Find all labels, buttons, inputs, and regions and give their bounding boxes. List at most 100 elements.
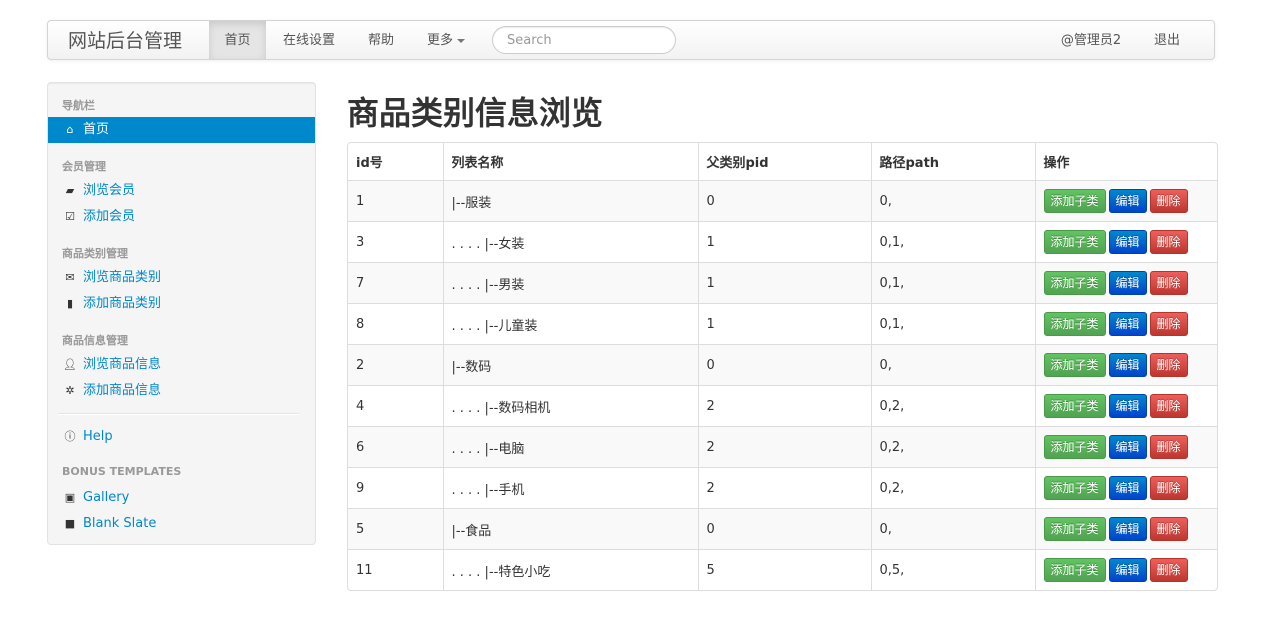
nav-item-help[interactable]: 帮助 — [352, 21, 410, 59]
cell-pid: 2 — [697, 426, 871, 468]
cell-path: 0, — [870, 344, 1035, 386]
sidebar-item-label: 添加会员 — [83, 209, 136, 224]
sidebar-item-help[interactable]: ⓘ Help — [48, 424, 315, 450]
delete-button[interactable]: 删除 — [1149, 230, 1188, 254]
table-row: 2 |--数码 0 0, 添加子类 编辑 删除 — [348, 344, 1217, 386]
add-child-button[interactable]: 添加子类 — [1043, 271, 1106, 295]
picture-icon: ▣ — [64, 491, 76, 504]
nav-user[interactable]: @管理员2 — [1046, 21, 1136, 59]
folder-open-icon: ▰ — [65, 184, 75, 197]
cell-name: . . . . |--男装 — [442, 262, 698, 304]
delete-button[interactable]: 删除 — [1149, 558, 1188, 582]
add-child-button[interactable]: 添加子类 — [1043, 517, 1106, 541]
edit-button[interactable]: 编辑 — [1108, 189, 1147, 213]
logout-link[interactable]: 退出 — [1136, 21, 1198, 59]
delete-button[interactable]: 删除 — [1149, 476, 1188, 500]
sidebar-header-members: 会员管理 — [62, 160, 106, 173]
sidebar-item-browse-categories[interactable]: ✉ 浏览商品类别 — [48, 265, 315, 291]
edit-button[interactable]: 编辑 — [1108, 230, 1147, 254]
cell-path: 0,2, — [870, 467, 1035, 509]
sidebar-header-nav: 导航栏 — [62, 99, 95, 112]
nav-item-home[interactable]: 首页 — [209, 21, 266, 59]
cell-actions: 添加子类 编辑 删除 — [1034, 467, 1217, 509]
brand-title[interactable]: 网站后台管理 — [68, 21, 182, 61]
delete-button[interactable]: 删除 — [1149, 353, 1188, 377]
cell-pid: 1 — [697, 303, 871, 345]
nav-item-more-dropdown[interactable]: 更多 — [410, 21, 482, 59]
stop-icon: ■ — [64, 517, 76, 530]
sidebar-item-label: 首页 — [83, 122, 110, 137]
cell-id: 5 — [348, 508, 443, 550]
add-child-button[interactable]: 添加子类 — [1043, 230, 1106, 254]
cell-pid: 2 — [697, 385, 871, 427]
edit-button[interactable]: 编辑 — [1108, 435, 1147, 459]
delete-button[interactable]: 删除 — [1149, 435, 1188, 459]
sidebar-item-label: 浏览商品信息 — [83, 357, 162, 372]
column-header-name: 列表名称 — [442, 143, 698, 181]
cell-path: 0,2, — [870, 385, 1035, 427]
add-child-button[interactable]: 添加子类 — [1043, 394, 1106, 418]
cell-name: . . . . |--电脑 — [442, 426, 698, 468]
edit-button[interactable]: 编辑 — [1108, 394, 1147, 418]
cell-id: 9 — [348, 467, 443, 509]
cell-id: 6 — [348, 426, 443, 468]
edit-button[interactable]: 编辑 — [1108, 353, 1147, 377]
delete-button[interactable]: 删除 — [1149, 394, 1188, 418]
column-header-id: id号 — [356, 156, 383, 171]
cell-pid: 2 — [697, 467, 871, 509]
cell-path: 0,2, — [870, 426, 1035, 468]
sidebar-header-categories: 商品类别管理 — [62, 247, 128, 260]
check-icon: ☑ — [65, 210, 75, 223]
cell-pid: 5 — [697, 549, 871, 590]
sidebar-item-add-member[interactable]: ☑ 添加会员 — [48, 204, 315, 230]
sidebar-header-products: 商品信息管理 — [62, 334, 128, 347]
table-row: 5 |--食品 0 0, 添加子类 编辑 删除 — [348, 508, 1217, 550]
table-row: 9. . . . |--手机 2 0,2, 添加子类 编辑 删除 — [348, 467, 1217, 509]
cell-path: 0,1, — [870, 262, 1035, 304]
cell-pid: 0 — [697, 344, 871, 386]
nav-item-more-label: 更多 — [426, 33, 453, 48]
cell-name: |--食品 — [442, 508, 698, 550]
table-row: 11. . . . |--特色小吃 5 0,5, 添加子类 编辑 删除 — [348, 549, 1217, 590]
sidebar-item-label: 浏览会员 — [83, 183, 136, 198]
edit-button[interactable]: 编辑 — [1108, 558, 1147, 582]
search-input[interactable] — [492, 26, 676, 54]
edit-button[interactable]: 编辑 — [1108, 476, 1147, 500]
sidebar-item-home[interactable]: ⌂ 首页 — [48, 117, 315, 143]
sidebar-item-add-product[interactable]: ✲ 添加商品信息 — [48, 378, 315, 404]
add-child-button[interactable]: 添加子类 — [1043, 353, 1106, 377]
delete-button[interactable]: 删除 — [1149, 271, 1188, 295]
sidebar-item-gallery[interactable]: ▣ Gallery — [48, 485, 315, 511]
sidebar-item-add-category[interactable]: ▮ 添加商品类别 — [48, 291, 315, 317]
cell-actions: 添加子类 编辑 删除 — [1034, 508, 1217, 550]
nav-item-online-settings[interactable]: 在线设置 — [266, 21, 352, 59]
edit-button[interactable]: 编辑 — [1108, 517, 1147, 541]
sidebar-item-browse-products[interactable]: 👤︎ 浏览商品信息 — [48, 352, 315, 378]
edit-button[interactable]: 编辑 — [1108, 271, 1147, 295]
cell-actions: 添加子类 编辑 删除 — [1034, 180, 1217, 222]
cell-id: 11 — [348, 549, 443, 590]
sidebar-item-blank-slate[interactable]: ■ Blank Slate — [48, 511, 315, 537]
sidebar-item-label: 添加商品类别 — [83, 296, 162, 311]
sidebar-item-browse-members[interactable]: ▰ 浏览会员 — [48, 178, 315, 204]
sidebar-item-label: Blank Slate — [83, 516, 157, 531]
home-icon: ⌂ — [66, 123, 74, 136]
cell-id: 1 — [348, 180, 443, 222]
add-child-button[interactable]: 添加子类 — [1043, 558, 1106, 582]
top-navbar: 网站后台管理 首页 在线设置 帮助 更多 @管理员2 退出 — [47, 20, 1215, 60]
cell-name: . . . . |--特色小吃 — [442, 549, 698, 590]
cell-id: 7 — [348, 262, 443, 304]
cell-pid: 1 — [697, 262, 871, 304]
add-child-button[interactable]: 添加子类 — [1043, 312, 1106, 336]
add-child-button[interactable]: 添加子类 — [1043, 189, 1106, 213]
add-child-button[interactable]: 添加子类 — [1043, 476, 1106, 500]
add-child-button[interactable]: 添加子类 — [1043, 435, 1106, 459]
cell-name: . . . . |--儿童装 — [442, 303, 698, 345]
sidebar-item-label: Gallery — [83, 490, 130, 505]
edit-button[interactable]: 编辑 — [1108, 312, 1147, 336]
delete-button[interactable]: 删除 — [1149, 517, 1188, 541]
delete-button[interactable]: 删除 — [1149, 189, 1188, 213]
cell-path: 0, — [870, 180, 1035, 222]
delete-button[interactable]: 删除 — [1149, 312, 1188, 336]
cell-actions: 添加子类 编辑 删除 — [1034, 549, 1217, 590]
